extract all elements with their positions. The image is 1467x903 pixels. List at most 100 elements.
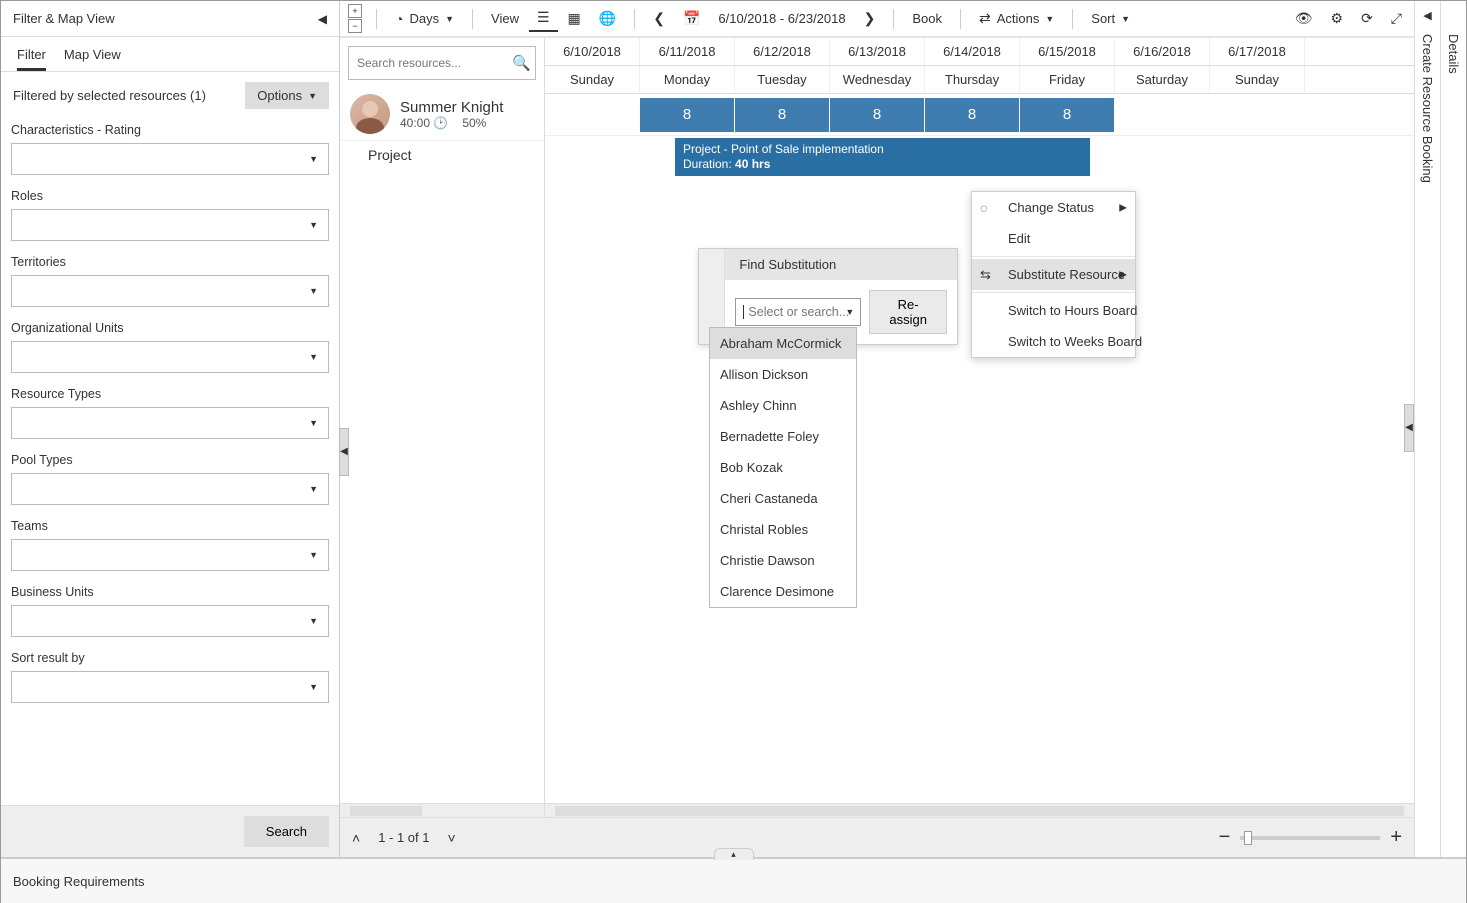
chevron-left-icon: ◀ — [1423, 9, 1431, 22]
popup-title: Find Substitution — [725, 249, 957, 280]
field-select[interactable] — [11, 341, 329, 373]
page-down-icon[interactable]: ˅ — [448, 830, 456, 846]
drag-handle-icon[interactable]: ▴ — [714, 848, 754, 860]
date-header-cell: 6/13/2018 — [830, 38, 925, 65]
day-name-cell: Sunday — [1210, 66, 1305, 93]
find-substitution-popup: Find Substitution Select or search... Re… — [698, 248, 958, 345]
page-up-icon[interactable]: ˄ — [352, 830, 360, 846]
reassign-button[interactable]: Re-assign — [869, 290, 947, 334]
list-item[interactable]: Allison Dickson — [710, 359, 856, 390]
day-name-cell: Saturday — [1115, 66, 1210, 93]
field-label: Teams — [11, 519, 329, 533]
menu-substitute-resource[interactable]: ⇆ Substitute Resource ▶ — [972, 259, 1135, 290]
gear-icon: ⚙ — [1331, 10, 1344, 27]
list-item[interactable]: Christal Robles — [710, 514, 856, 545]
calendar-icon: 📅 — [683, 10, 700, 27]
view-map-button[interactable]: 🌐 — [591, 6, 624, 31]
field-label: Territories — [11, 255, 329, 269]
allocation-cell[interactable]: 8 — [1020, 98, 1115, 132]
fullscreen-button[interactable]: ⤢ — [1383, 6, 1410, 31]
allocation-cell[interactable]: 8 — [830, 98, 925, 132]
field-label: Characteristics - Rating — [11, 123, 329, 137]
field-label: Resource Types — [11, 387, 329, 401]
menu-change-status[interactable]: ◌ Change Status ▶ — [972, 192, 1135, 223]
chevron-down-icon: ▼ — [445, 14, 454, 24]
resource-name: Summer Knight — [400, 99, 503, 116]
book-button[interactable]: Book — [904, 7, 950, 30]
visibility-button[interactable]: 👁 — [1287, 6, 1321, 31]
allocation-cell[interactable]: 8 — [925, 98, 1020, 132]
zoom-in-button[interactable]: + — [1390, 826, 1402, 849]
refresh-button[interactable]: ⟳ — [1353, 6, 1381, 31]
zoom-out-button[interactable]: − — [1219, 826, 1231, 849]
collapse-right-handle[interactable]: ◀ — [1404, 404, 1414, 452]
create-booking-rail[interactable]: ◀ Create Resource Booking — [1414, 1, 1440, 857]
clock-icon: ◔ — [395, 11, 403, 27]
search-icon[interactable]: 🔍 — [512, 54, 531, 72]
settings-button[interactable]: ⚙ — [1323, 6, 1352, 31]
grid-icon: ▦ — [568, 10, 581, 27]
chevron-down-icon: ▼ — [1121, 14, 1130, 24]
substitute-icon: ⇆ — [980, 267, 991, 283]
calendar-button[interactable]: 📅 — [675, 6, 708, 31]
day-name-cell: Tuesday — [735, 66, 830, 93]
allocation-cell[interactable]: 8 — [640, 98, 735, 132]
collapse-mid-handle[interactable]: ◀ — [339, 428, 349, 476]
menu-switch-hours[interactable]: Switch to Hours Board — [972, 295, 1135, 326]
collapse-sidebar-icon[interactable]: ◀ — [318, 12, 327, 26]
resource-group[interactable]: Project — [340, 141, 544, 169]
view-grid-button[interactable]: ▦ — [560, 6, 589, 31]
field-select[interactable] — [11, 605, 329, 637]
days-dropdown[interactable]: ◔ Days ▼ — [387, 7, 462, 31]
search-resources-input[interactable]: 🔍 — [348, 46, 536, 80]
substitute-list[interactable]: Abraham McCormickAllison DicksonAshley C… — [709, 327, 857, 608]
field-select[interactable] — [11, 407, 329, 439]
list-item[interactable]: Christie Dawson — [710, 545, 856, 576]
expand-all-button[interactable]: + — [348, 4, 362, 18]
resource-hscroll[interactable] — [340, 803, 544, 817]
resource-percent: 50% — [462, 116, 486, 130]
view-list-button[interactable]: ☰ — [529, 5, 558, 32]
list-item[interactable]: Cheri Castaneda — [710, 483, 856, 514]
tab-filter[interactable]: Filter — [17, 47, 46, 71]
resource-row[interactable]: Summer Knight 40:00 🕑 50% — [340, 88, 544, 141]
list-item[interactable]: Bob Kozak — [710, 452, 856, 483]
sort-dropdown[interactable]: Sort ▼ — [1083, 7, 1138, 30]
zoom-slider[interactable] — [1240, 836, 1380, 840]
schedule-board: + − ◔ Days ▼ View ☰ ▦ 🌐 ❮ 📅 6/10/2018 - … — [340, 1, 1414, 857]
field-select[interactable] — [11, 473, 329, 505]
sidebar-title: Filter & Map View — [13, 11, 115, 26]
list-item[interactable]: Bernadette Foley — [710, 421, 856, 452]
field-select[interactable] — [11, 275, 329, 307]
collapse-all-button[interactable]: − — [348, 19, 362, 33]
list-item[interactable]: Clarence Desimone — [710, 576, 856, 607]
bottom-panel[interactable]: ▴ Booking Requirements — [1, 857, 1466, 903]
next-range-button[interactable]: ❯ — [856, 6, 884, 31]
search-button[interactable]: Search — [244, 816, 329, 847]
menu-switch-weeks[interactable]: Switch to Weeks Board — [972, 326, 1135, 357]
booking-block[interactable]: Project - Point of Sale implementation D… — [675, 138, 1090, 176]
date-header-cell: 6/16/2018 — [1115, 38, 1210, 65]
substitute-select[interactable]: Select or search... — [735, 298, 861, 326]
menu-edit[interactable]: Edit — [972, 223, 1135, 254]
list-item[interactable]: Abraham McCormick — [710, 328, 856, 359]
date-range-label: 6/10/2018 - 6/23/2018 — [710, 7, 853, 30]
avatar — [350, 94, 390, 134]
filter-sidebar: Filter & Map View ◀ Filter Map View Filt… — [1, 1, 340, 857]
bottom-panel-title: Booking Requirements — [13, 874, 145, 889]
date-header-cell: 6/11/2018 — [640, 38, 735, 65]
details-rail[interactable]: ◀ Details — [1440, 1, 1466, 857]
field-select[interactable] — [11, 143, 329, 175]
list-item[interactable]: Ashley Chinn — [710, 390, 856, 421]
field-select[interactable] — [11, 671, 329, 703]
grid-hscroll[interactable] — [545, 803, 1414, 817]
prev-range-button[interactable]: ❮ — [645, 6, 673, 31]
tab-map-view[interactable]: Map View — [64, 47, 121, 71]
options-button[interactable]: Options ▼ — [245, 82, 329, 109]
field-select[interactable] — [11, 539, 329, 571]
actions-dropdown[interactable]: ⇄ Actions ▼ — [971, 6, 1062, 31]
allocation-cell[interactable]: 8 — [735, 98, 830, 132]
field-select[interactable] — [11, 209, 329, 241]
status-icon: ◌ — [980, 200, 988, 215]
refresh-icon: ⟳ — [1361, 10, 1373, 27]
